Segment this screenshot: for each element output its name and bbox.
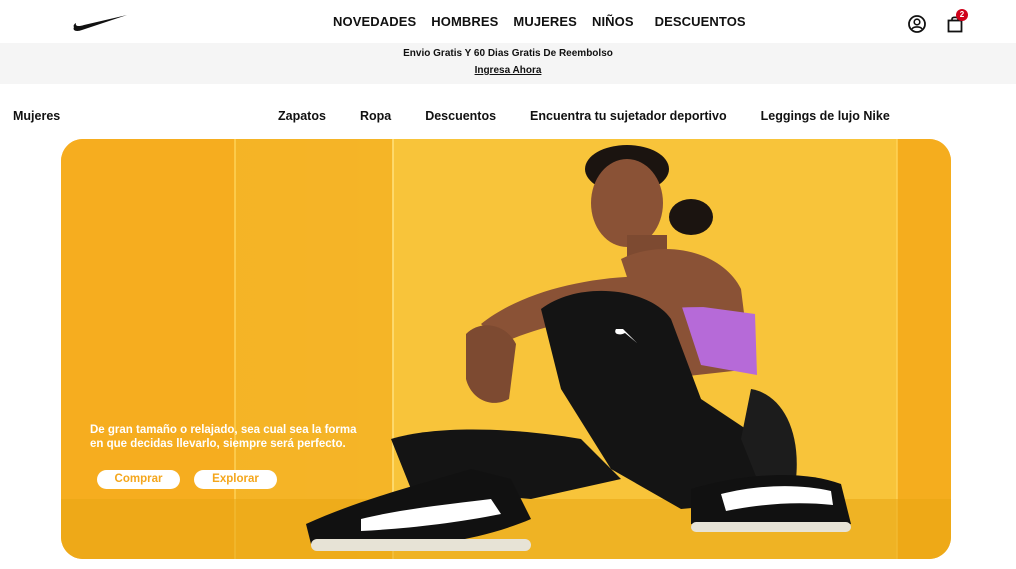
explore-button[interactable]: Explorar [194, 470, 277, 489]
subnav-leggings[interactable]: Leggings de lujo Nike [761, 109, 890, 124]
nav-ninos[interactable]: NIÑOS [592, 14, 634, 30]
subnav-descuentos[interactable]: Descuentos [425, 109, 496, 124]
hero-copy-line-2: en que decidas llevarlo, siempre será pe… [90, 438, 346, 450]
promo-text: Envio Gratis Y 60 Dias Gratis De Reembol… [403, 48, 613, 59]
subnav-ropa[interactable]: Ropa [360, 109, 391, 124]
hero-copy: De gran tamaño o relajado, sea cual sea … [90, 423, 390, 451]
nav-novedades[interactable]: NOVEDADES [333, 14, 416, 30]
cart-count-badge: 2 [956, 9, 968, 21]
shop-button[interactable]: Comprar [97, 470, 180, 489]
user-icon [908, 15, 926, 33]
subnav-sujetador[interactable]: Encuentra tu sujetador deportivo [530, 109, 727, 124]
main-nav: NOVEDADES HOMBRES MUJERES NIÑOS DESCUENT… [333, 14, 746, 30]
hero-banner[interactable]: De gran tamaño o relajado, sea cual sea … [61, 139, 951, 559]
cart-button[interactable]: 2 [943, 9, 968, 36]
subnav-zapatos[interactable]: Zapatos [278, 109, 326, 124]
category-title: Mujeres [13, 109, 61, 123]
account-button[interactable] [905, 12, 929, 36]
header-icons: 2 [905, 9, 968, 36]
hero-copy-line-1: De gran tamaño o relajado, sea cual sea … [90, 424, 357, 436]
hero-image [61, 139, 951, 559]
nav-descuentos[interactable]: DESCUENTOS [655, 14, 746, 30]
top-header: NOVEDADES HOMBRES MUJERES NIÑOS DESCUENT… [0, 0, 1016, 43]
hero-buttons: Comprar Explorar [97, 470, 277, 489]
promo-link[interactable]: Ingresa Ahora [475, 65, 542, 77]
nike-logo[interactable] [72, 11, 128, 33]
nav-hombres[interactable]: HOMBRES [431, 14, 498, 30]
promo-banner: Envio Gratis Y 60 Dias Gratis De Reembol… [0, 43, 1016, 84]
category-nav: Zapatos Ropa Descuentos Encuentra tu suj… [278, 109, 890, 124]
nav-mujeres[interactable]: MUJERES [513, 14, 577, 30]
